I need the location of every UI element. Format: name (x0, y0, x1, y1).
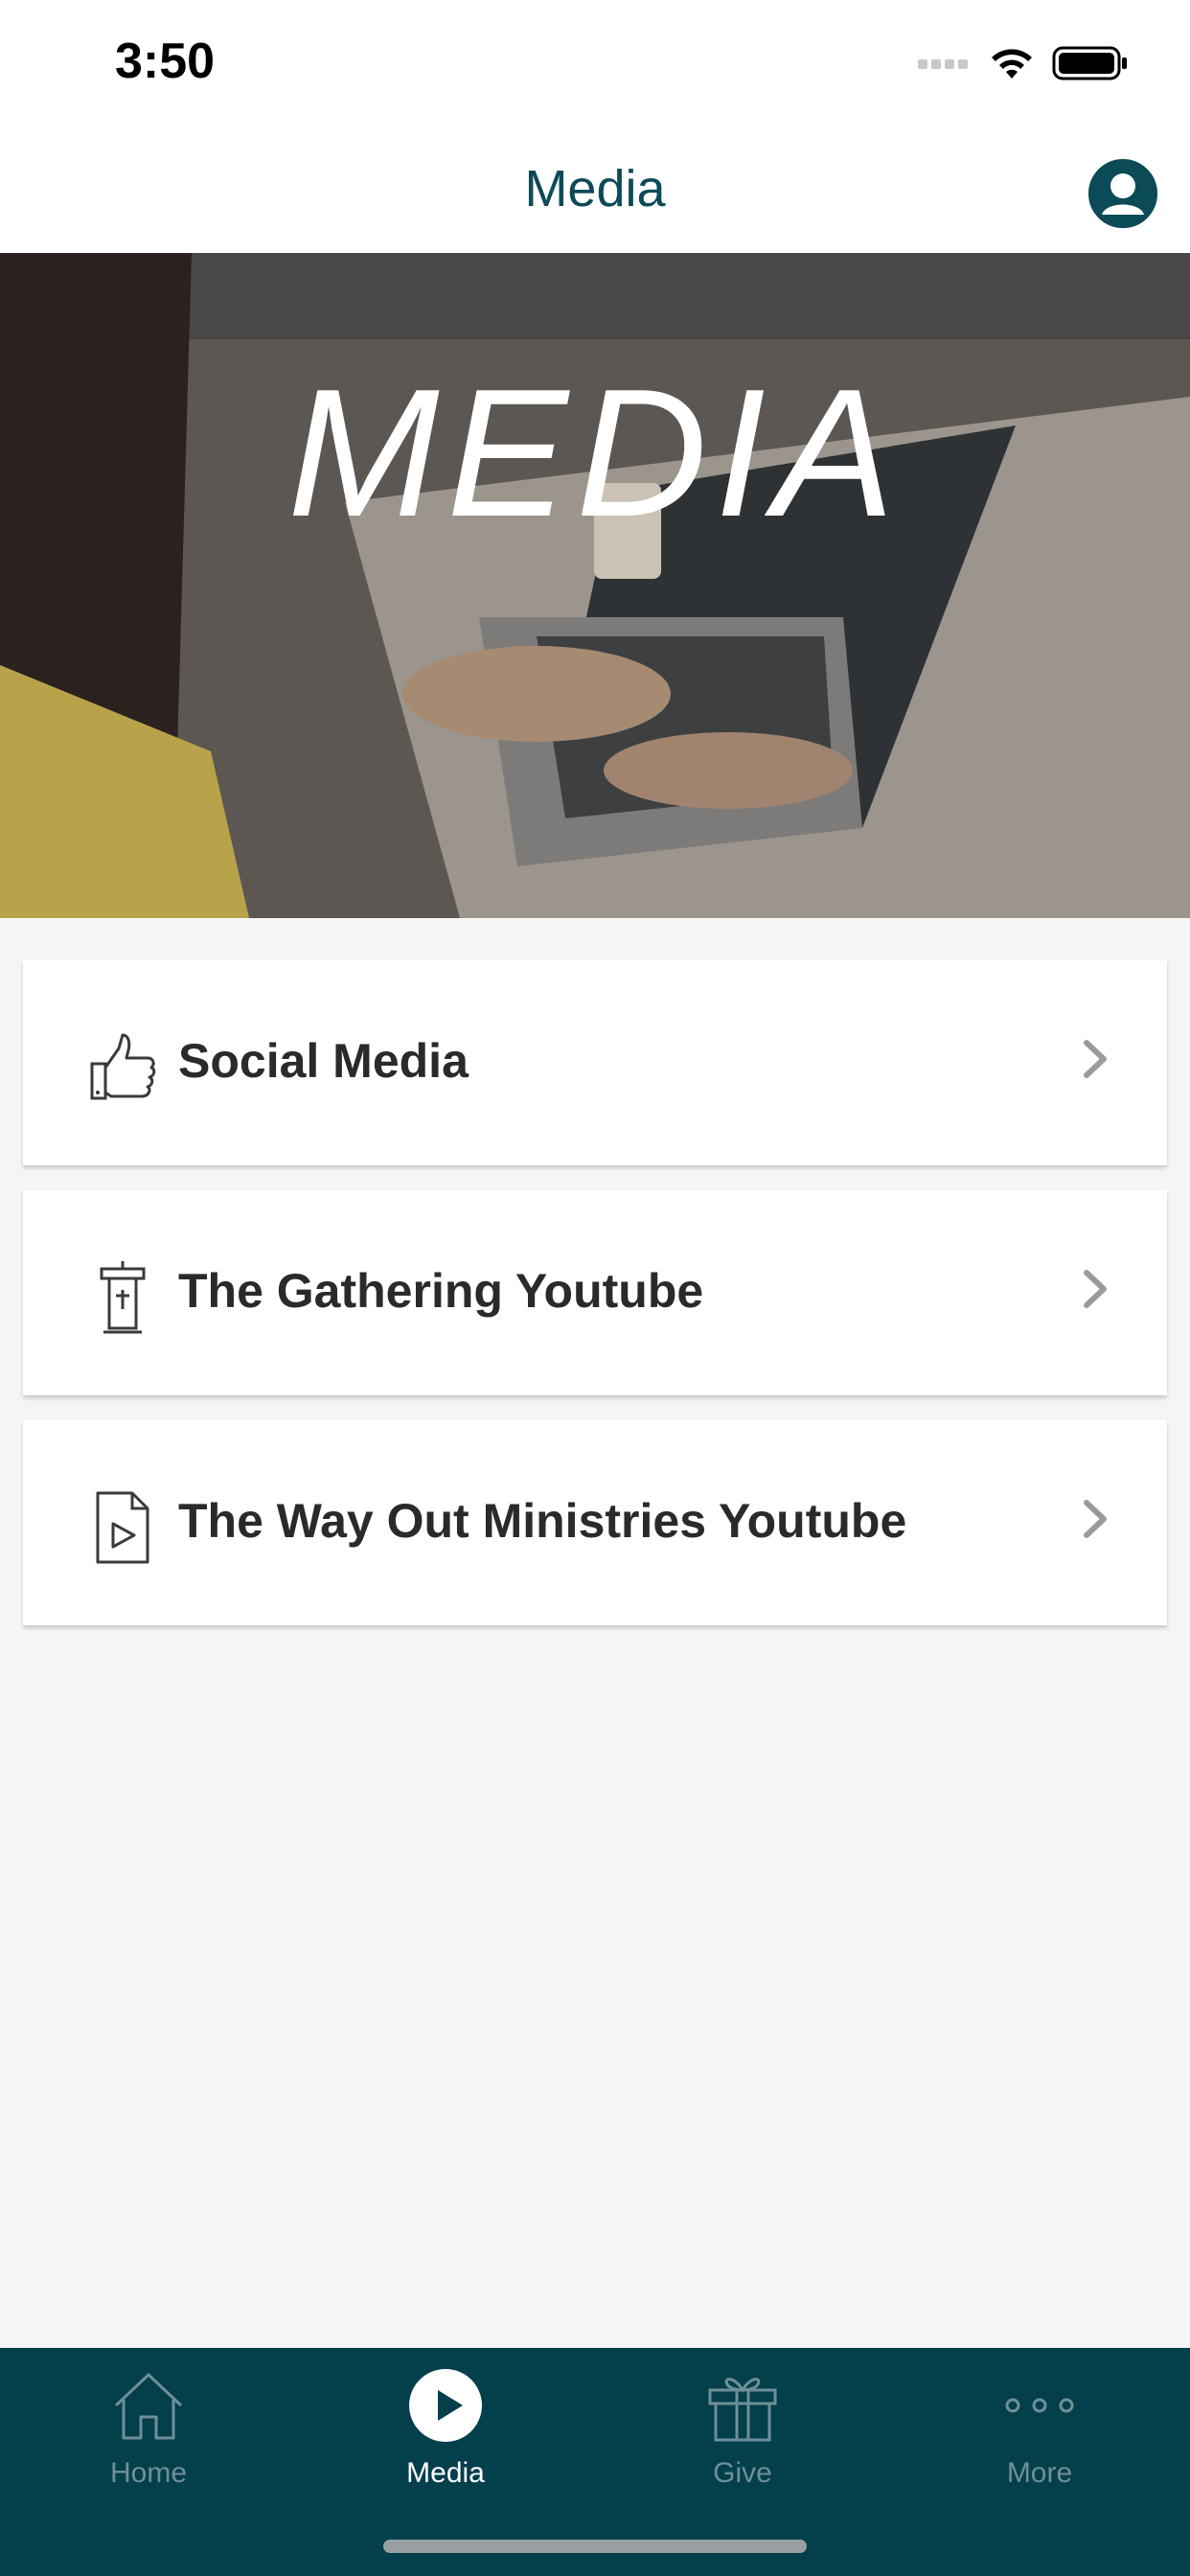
status-bar: 3:50 (0, 0, 1190, 134)
gift-icon (708, 2378, 777, 2442)
tab-label: Media (406, 2457, 485, 2489)
more-dots-icon (1005, 2398, 1074, 2413)
tab-label: More (1006, 2457, 1073, 2489)
tab-give[interactable]: Give (594, 2365, 891, 2518)
tab-media[interactable]: Media (297, 2365, 594, 2518)
tab-more[interactable]: More (891, 2365, 1188, 2518)
chevron-right-icon (1084, 1040, 1107, 1078)
battery-icon (1052, 46, 1127, 80)
menu-item-label: The Way Out Ministries Youtube (178, 1494, 907, 1548)
user-avatar-icon (1088, 159, 1157, 228)
home-indicator (383, 2540, 807, 2553)
status-time: 3:50 (115, 34, 216, 89)
menu-item-gathering-youtube[interactable]: The Gathering Youtube (23, 1190, 1167, 1395)
chevron-right-icon (1084, 1270, 1107, 1308)
menu-item-way-out-ministries-youtube[interactable]: The Way Out Ministries Youtube (23, 1420, 1167, 1625)
status-icons (916, 44, 1129, 82)
hero-title: MEDIA (287, 352, 903, 555)
tab-home[interactable]: Home (0, 2365, 297, 2518)
hero-banner: MEDIA (0, 253, 1190, 918)
navigation-bar: Media (0, 134, 1190, 253)
profile-button[interactable] (1088, 159, 1157, 228)
chevron-right-icon (1084, 1500, 1107, 1538)
thumbs-up-icon (90, 1033, 156, 1100)
home-icon (114, 2373, 183, 2440)
wifi-icon (992, 49, 1032, 79)
menu-item-label: The Gathering Youtube (178, 1264, 704, 1318)
signal-icon (918, 59, 968, 69)
tab-label: Home (109, 2457, 188, 2489)
page-title: Media (524, 160, 666, 218)
pulpit-icon (100, 1261, 146, 1334)
menu-item-social-media[interactable]: Social Media (23, 960, 1167, 1165)
video-file-icon (96, 1491, 149, 1564)
play-icon (409, 2369, 482, 2442)
menu-item-label: Social Media (178, 1034, 469, 1088)
tab-label: Give (713, 2457, 772, 2489)
